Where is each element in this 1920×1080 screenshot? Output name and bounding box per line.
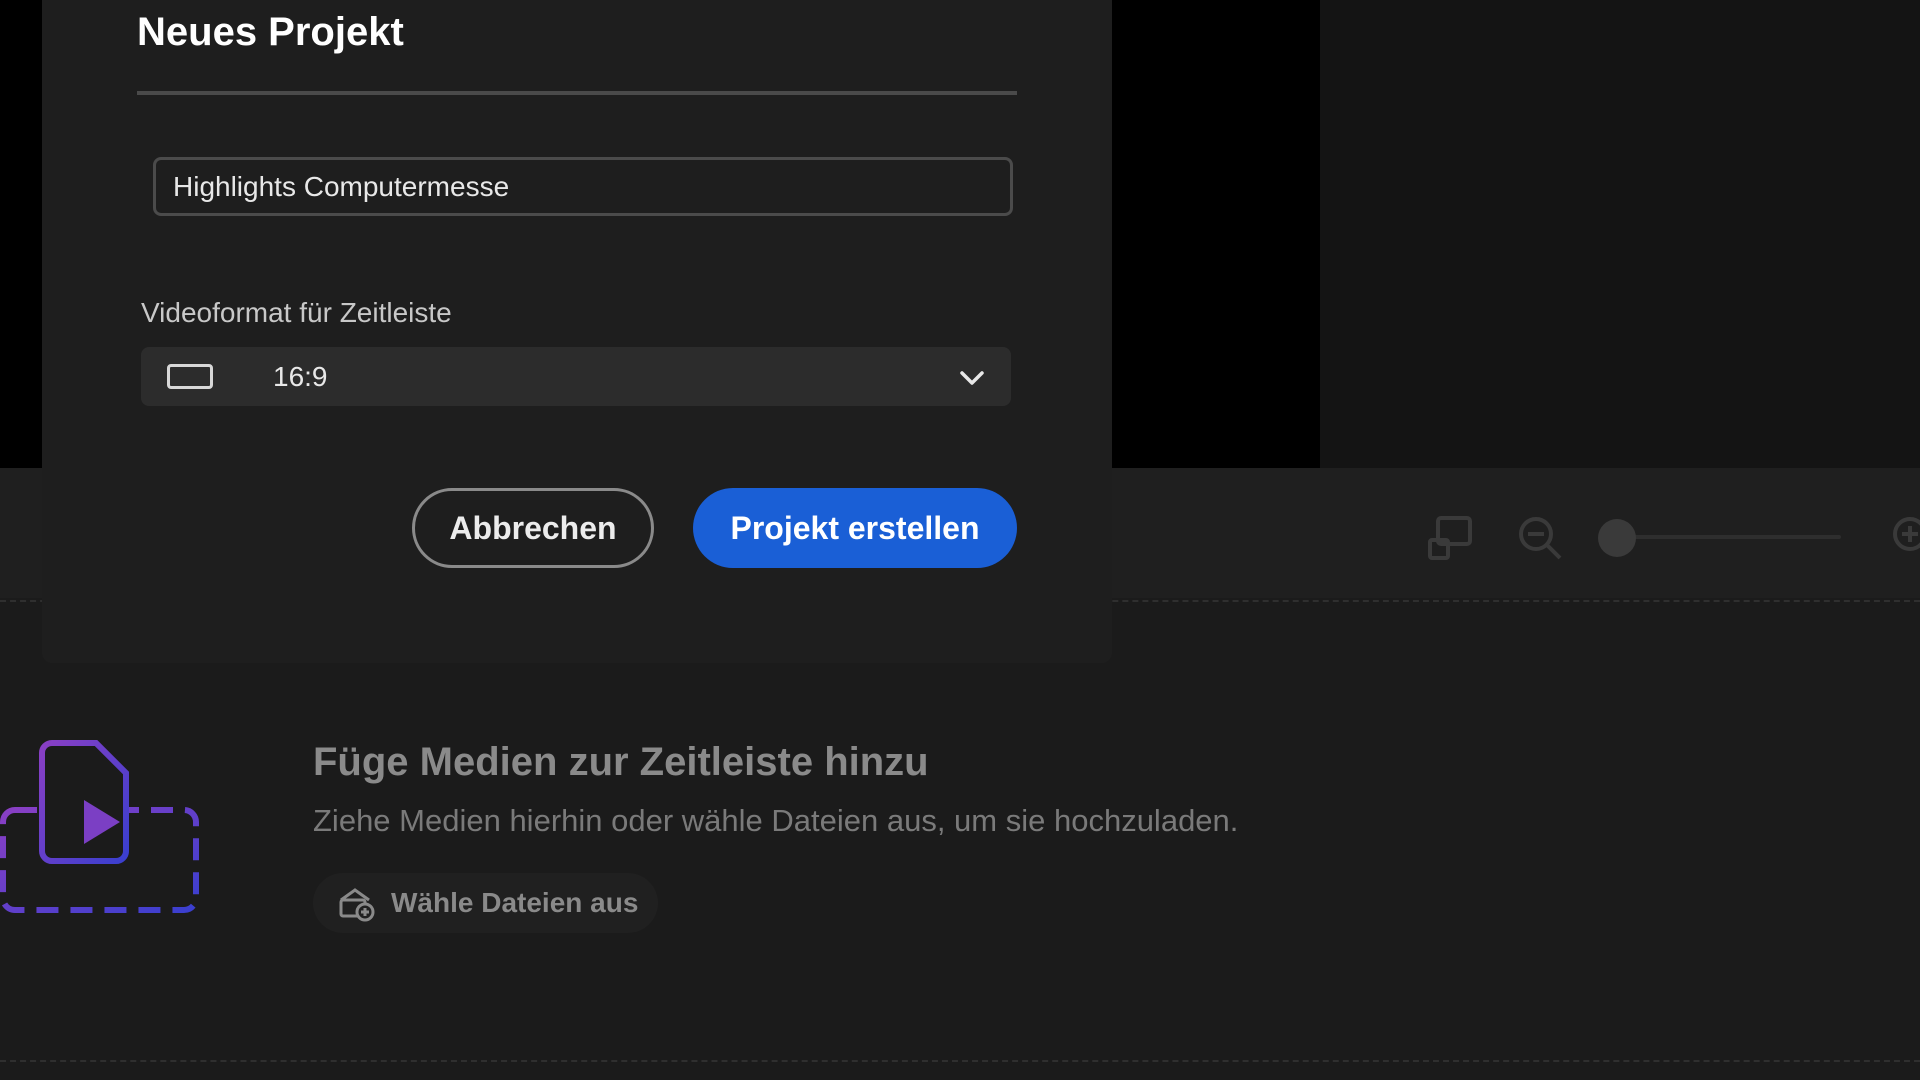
dialog-title: Neues Projekt: [137, 10, 404, 54]
chevron-down-icon: [960, 371, 984, 385]
format-value: 16:9: [273, 361, 328, 392]
side-panel: [1320, 0, 1920, 478]
aspect-ratio-icon: [167, 364, 213, 389]
timeline-area: [0, 598, 1920, 1080]
cancel-button[interactable]: Abbrechen: [412, 488, 654, 568]
timeline-divider-bottom: [0, 1060, 1920, 1062]
format-label: Videoformat für Zeitleiste: [141, 297, 452, 328]
choose-files-label: Wähle Dateien aus: [391, 887, 639, 918]
timeline-empty-title: Füge Medien zur Zeitleiste hinzu: [313, 740, 929, 784]
zoom-slider-track[interactable]: [1616, 535, 1841, 539]
project-name-input[interactable]: [153, 157, 1013, 216]
upload-media-icon: [339, 888, 375, 922]
new-project-dialog: Neues Projekt Videoformat für Zeitleiste…: [42, 0, 1112, 663]
create-project-button[interactable]: Projekt erstellen: [693, 488, 1017, 568]
fit-to-window-icon[interactable]: [1424, 512, 1476, 564]
zoom-in-icon[interactable]: [1888, 512, 1920, 564]
zoom-out-icon[interactable]: [1514, 512, 1566, 564]
video-file-drop-icon: [0, 740, 199, 913]
format-select[interactable]: 16:9: [141, 347, 1011, 406]
choose-files-button[interactable]: Wähle Dateien aus: [313, 873, 658, 933]
dialog-divider: [137, 91, 1017, 95]
zoom-slider-thumb[interactable]: [1598, 519, 1636, 557]
timeline-empty-subtitle: Ziehe Medien hierhin oder wähle Dateien …: [313, 803, 1239, 838]
